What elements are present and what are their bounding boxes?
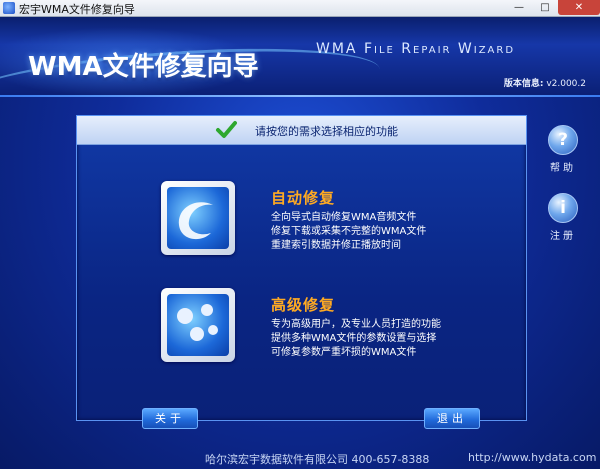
auto-repair-option[interactable]: 自动修复 全向导式自动修复WMA音频文件 修复下载或采集不完整的WMA文件 重建… [161,181,521,261]
header-divider [0,95,600,97]
help-button[interactable]: ? 帮助 [548,125,578,174]
advanced-repair-icon[interactable] [161,288,235,362]
version-label: 版本信息: [503,79,544,89]
close-button[interactable]: ✕ [558,0,600,15]
minimize-button[interactable]: — [506,0,532,15]
advanced-repair-description: 专为高级用户，及专业人员打造的功能 提供多种WMA文件的参数设置与选择 可修复参… [271,319,441,358]
window-title: 宏宇WMA文件修复向导 [19,3,135,16]
about-button[interactable]: 关于 [142,408,198,429]
help-icon[interactable]: ? [548,125,578,155]
auto-repair-description: 全向导式自动修复WMA音频文件 修复下载或采集不完整的WMA文件 重建索引数据并… [271,212,427,251]
window-controls: — □ ✕ [506,0,600,16]
main-window: 宏宇WMA文件修复向导 — □ ✕ WMA文件修复向导 WMA File Rep… [0,0,600,469]
panel-header: 请按您的需求选择相应的功能 [77,116,526,145]
footer-url[interactable]: http://www.hydata.com [468,451,596,464]
checkmark-icon [216,121,237,138]
header-banner: WMA文件修复向导 WMA File Repair Wizard 版本信息: v… [0,17,600,130]
exit-button[interactable]: 退出 [424,408,480,429]
maximize-button[interactable]: □ [532,0,558,15]
app-subtitle: WMA File Repair Wizard [316,41,516,57]
version-info: 版本信息: v2.000.2 [504,76,586,89]
advanced-repair-title[interactable]: 高级修复 [271,294,335,315]
register-label[interactable]: 注册 [548,227,578,242]
info-icon[interactable]: i [548,193,578,223]
function-panel: 请按您的需求选择相应的功能 自动修复 全向导式自动修复WMA音频文件 修复下载或… [76,115,527,429]
footer-company: 哈尔滨宏宇数据软件有限公司 400-657-8388 [205,453,430,466]
auto-repair-title[interactable]: 自动修复 [271,187,335,208]
app-icon [3,2,15,14]
advanced-repair-option[interactable]: 高级修复 专为高级用户，及专业人员打造的功能 提供多种WMA文件的参数设置与选择… [161,288,521,368]
app-title: WMA文件修复向导 [28,52,259,82]
title-bar: 宏宇WMA文件修复向导 — □ ✕ [0,0,600,17]
register-button[interactable]: i 注册 [548,193,578,242]
help-label[interactable]: 帮助 [548,159,578,174]
panel-title: 请按您的需求选择相应的功能 [255,125,398,138]
version-value: v2.000.2 [546,79,586,89]
auto-repair-icon[interactable] [161,181,235,255]
